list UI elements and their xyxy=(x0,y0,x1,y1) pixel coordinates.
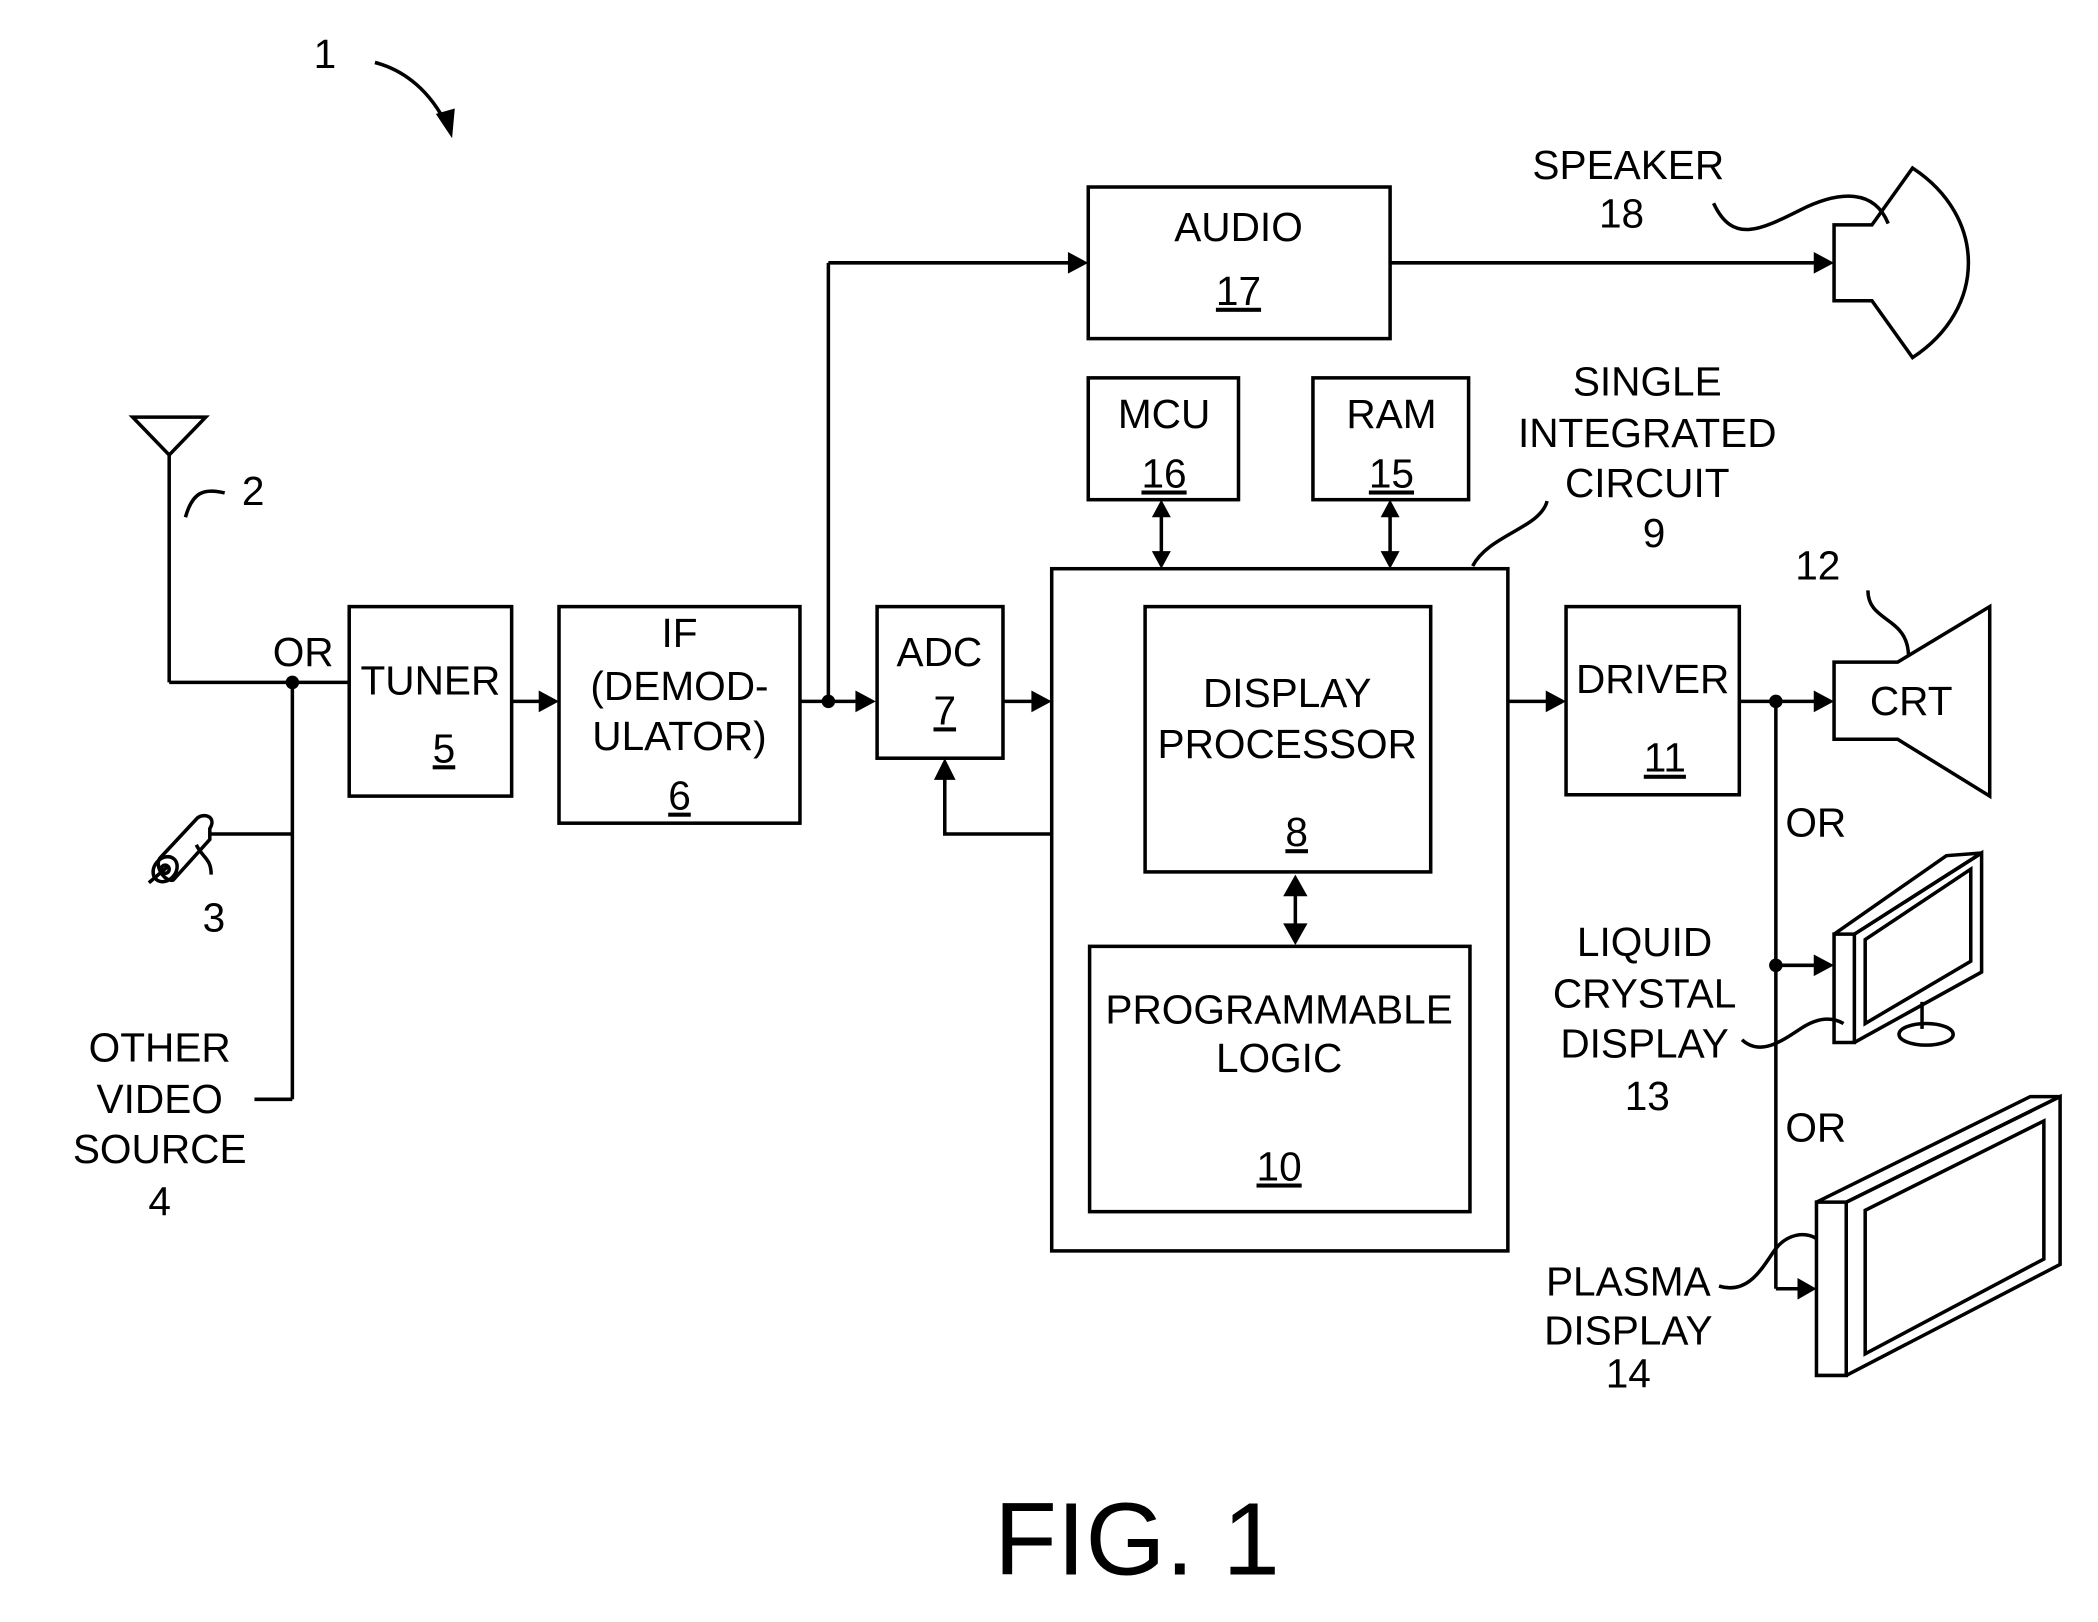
svg-text:MCU: MCU xyxy=(1118,391,1210,437)
programmable-logic-block: PROGRAMMABLE LOGIC 10 xyxy=(1087,944,1472,1214)
svg-text:PROCESSOR: PROCESSOR xyxy=(1158,721,1417,767)
cable-connector-icon xyxy=(147,813,293,885)
lcd-monitor-icon xyxy=(1832,849,1984,1047)
antenna-icon xyxy=(128,415,210,683)
figure-caption: FIG. 1 xyxy=(994,1481,1280,1596)
fig1-block-diagram: 1 2 OR 3 OTHER VIDEO SOURCE 4 TUNER 5 IF… xyxy=(73,31,2062,1596)
svg-text:10: 10 xyxy=(1257,1144,1302,1190)
svg-text:CRYSTAL: CRYSTAL xyxy=(1553,970,1736,1016)
svg-text:17: 17 xyxy=(1216,268,1261,314)
svg-text:LIQUID: LIQUID xyxy=(1577,919,1712,965)
speaker-ref: 18 xyxy=(1599,191,1644,237)
svg-text:INTEGRATED: INTEGRATED xyxy=(1518,410,1777,456)
svg-text:DISPLAY: DISPLAY xyxy=(1560,1020,1728,1066)
speaker-label: SPEAKER xyxy=(1532,142,1724,188)
plasma-ref-leader xyxy=(1718,1232,1818,1290)
svg-text:DISPLAY: DISPLAY xyxy=(1203,670,1371,716)
or-label-lcd: OR xyxy=(1785,800,1846,846)
svg-text:CIRCUIT: CIRCUIT xyxy=(1565,460,1730,506)
svg-text:VIDEO: VIDEO xyxy=(97,1076,223,1122)
or-label-input: OR xyxy=(273,629,334,675)
junction-dot xyxy=(1769,958,1783,973)
antenna-ref: 2 xyxy=(242,468,265,514)
svg-text:9: 9 xyxy=(1643,510,1666,556)
lcd-ref-leader xyxy=(1740,1017,1845,1049)
system-ref-arrow xyxy=(374,60,449,126)
crt-ref-leader xyxy=(1866,590,1911,657)
adc-block: ADC 7 xyxy=(875,604,1005,760)
svg-text:TUNER: TUNER xyxy=(361,658,501,704)
svg-text:SINGLE: SINGLE xyxy=(1573,358,1722,404)
svg-text:SOURCE: SOURCE xyxy=(73,1126,247,1172)
single-ic-label: SINGLE INTEGRATED CIRCUIT 9 xyxy=(1518,358,1777,556)
plasma-display-icon xyxy=(1814,1093,2062,1378)
svg-text:PROGRAMMABLE: PROGRAMMABLE xyxy=(1105,987,1452,1033)
system-ref-label: 1 xyxy=(314,31,337,77)
other-video-source-label: OTHER VIDEO SOURCE 4 xyxy=(73,1024,247,1224)
lcd-label: LIQUID CRYSTAL DISPLAY 13 xyxy=(1553,919,1736,1119)
svg-text:5: 5 xyxy=(433,725,456,771)
mcu-block: MCU 16 xyxy=(1086,376,1241,502)
driver-block: DRIVER 11 xyxy=(1564,604,1742,797)
svg-text:ULATOR): ULATOR) xyxy=(592,713,766,759)
svg-text:ADC: ADC xyxy=(897,629,983,675)
ram-block: RAM 15 xyxy=(1311,376,1471,502)
display-processor-block: DISPLAY PROCESSOR 8 xyxy=(1143,604,1433,874)
single-ic-leader xyxy=(1471,500,1549,567)
svg-text:16: 16 xyxy=(1141,451,1186,497)
svg-text:IF: IF xyxy=(661,610,697,656)
svg-text:(DEMOD-: (DEMOD- xyxy=(590,663,768,709)
svg-text:RAM: RAM xyxy=(1346,391,1436,437)
svg-text:AUDIO: AUDIO xyxy=(1174,204,1303,250)
svg-text:DISPLAY: DISPLAY xyxy=(1544,1307,1712,1353)
svg-text:7: 7 xyxy=(933,687,956,733)
svg-text:14: 14 xyxy=(1606,1351,1651,1397)
svg-text:DRIVER: DRIVER xyxy=(1576,656,1729,702)
svg-text:PLASMA: PLASMA xyxy=(1546,1259,1711,1305)
crt-label: CRT xyxy=(1870,678,1953,724)
svg-text:OTHER: OTHER xyxy=(89,1024,231,1070)
svg-text:6: 6 xyxy=(668,773,691,819)
svg-text:LOGIC: LOGIC xyxy=(1216,1035,1342,1081)
cable-ref: 3 xyxy=(203,894,226,940)
svg-text:8: 8 xyxy=(1285,809,1308,855)
svg-text:4: 4 xyxy=(148,1179,171,1225)
plasma-label: PLASMA DISPLAY 14 xyxy=(1544,1259,1712,1397)
svg-text:15: 15 xyxy=(1369,451,1414,497)
svg-text:13: 13 xyxy=(1625,1073,1670,1119)
svg-text:11: 11 xyxy=(1644,735,1686,781)
crt-ref: 12 xyxy=(1795,543,1840,589)
tuner-block: TUNER 5 xyxy=(347,604,514,798)
or-label-plasma: OR xyxy=(1785,1104,1846,1150)
if-demodulator-block: IF (DEMOD- ULATOR) 6 xyxy=(557,604,802,825)
antenna-ref-leader xyxy=(183,489,226,518)
audio-block: AUDIO 17 xyxy=(1086,185,1392,341)
